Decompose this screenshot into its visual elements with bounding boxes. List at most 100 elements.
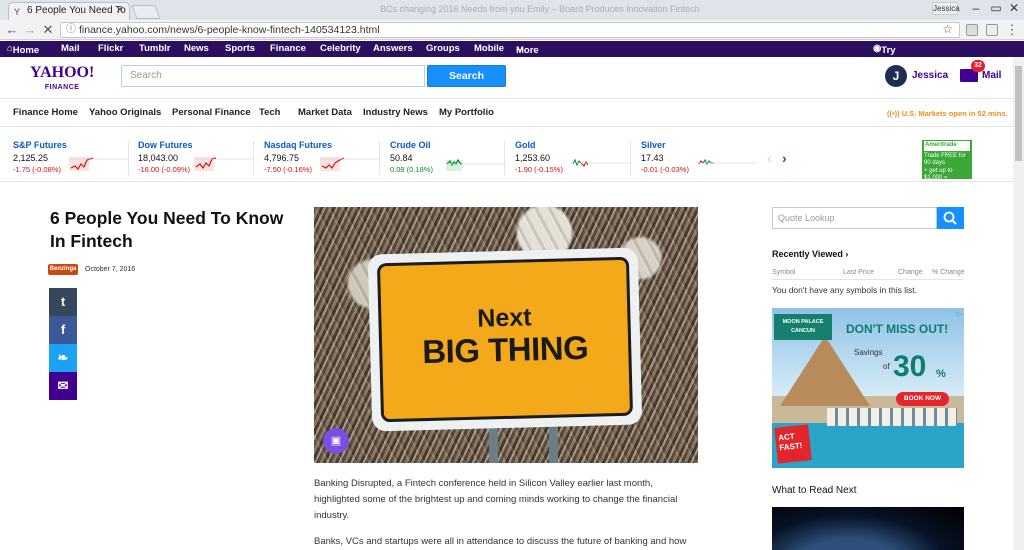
yahoo-top-bar: ⌂ Home Mail Flickr Tumblr News Sports Fi… xyxy=(0,41,1024,111)
subnav-market-data[interactable]: Market Data xyxy=(298,107,352,118)
empty-list-message: You don't have any symbols in this list. xyxy=(772,285,917,295)
subnav-my-portfolio[interactable]: My Portfolio xyxy=(439,107,494,118)
topbar-link-mail[interactable]: Mail xyxy=(61,43,79,54)
ticker-dow-futures[interactable]: Dow Futures 18,043.00 -16.00 (-0.09%) xyxy=(138,140,256,176)
facebook-share-icon[interactable]: f xyxy=(49,316,77,344)
topbar-link-finance[interactable]: Finance xyxy=(270,43,306,54)
ad-savings: Savings xyxy=(854,348,883,357)
article-hero-image[interactable]: Next BIG THING ▣ xyxy=(314,207,698,463)
ticker-nasdaq-futures[interactable]: Nasdaq Futures 4,796.75 -7.50 (-0.16%) xyxy=(264,140,382,176)
ad-of: of xyxy=(883,362,890,371)
topbar-link-celebrity[interactable]: Celebrity xyxy=(320,43,361,54)
subnav-personal-finance[interactable]: Personal Finance xyxy=(172,107,251,118)
col-pct-change: % Change xyxy=(932,269,965,276)
ad-percent-sign: % xyxy=(936,368,946,380)
adchoices-icon[interactable]: ▷ xyxy=(957,310,962,318)
profile-button[interactable]: Jessica xyxy=(932,2,960,15)
subnav-tech[interactable]: Tech xyxy=(259,107,280,118)
act-fast-badge: ACT FAST! xyxy=(774,424,812,464)
ad-headline: DON'T MISS OUT! xyxy=(846,322,949,336)
ameritrade-ad[interactable]: Ameritrade Trade FREE for 90 days + get … xyxy=(922,140,972,181)
quote-lookup-button[interactable] xyxy=(937,207,964,229)
address-bar-row: ← → ✕ ⓘ finance.yahoo.com/news/6-people-… xyxy=(0,20,1024,40)
moon-palace-logo: MOON PALACE CANCUN xyxy=(774,314,832,340)
ticker-sp-futures[interactable]: S&P Futures 2,125.25 -1.75 (-0.08%) xyxy=(13,140,131,176)
pyramid-graphic xyxy=(780,336,870,406)
close-window-icon[interactable]: ✕ xyxy=(1000,0,1024,18)
divider xyxy=(504,141,505,175)
extension-icon[interactable] xyxy=(986,24,998,36)
url-text: finance.yahoo.com/news/6-people-know-fin… xyxy=(79,24,380,36)
col-symbol: Symbol xyxy=(772,269,796,276)
stop-loading-icon[interactable]: ✕ xyxy=(40,22,56,38)
page-info-icon[interactable]: ⓘ xyxy=(66,23,76,37)
divider xyxy=(379,141,380,175)
divider xyxy=(128,141,129,175)
search-input[interactable]: Search xyxy=(121,65,425,87)
scrollbar-thumb[interactable] xyxy=(1015,66,1022,161)
sparkline-icon xyxy=(446,158,506,171)
yahoo-finance-logo[interactable]: YAHOO! FINANCE xyxy=(30,65,94,95)
ticker-gold[interactable]: Gold 1,253.60 -1.90 (-0.15%) xyxy=(515,140,633,176)
ticker-prev-icon[interactable]: ‹ xyxy=(767,150,772,166)
topbar-link-groups[interactable]: Groups xyxy=(426,43,460,54)
url-field[interactable]: ⓘ finance.yahoo.com/news/6-people-know-f… xyxy=(60,22,960,38)
topbar-link-sports[interactable]: Sports xyxy=(225,43,255,54)
subnav-yahoo-originals[interactable]: Yahoo Originals xyxy=(89,107,161,118)
ad-percent: 30 xyxy=(893,350,927,383)
ticker-next-icon[interactable]: › xyxy=(782,150,787,166)
quote-lookup-input[interactable]: Quote Lookup xyxy=(772,207,937,229)
moon-palace-ad[interactable]: MOON PALACE CANCUN DON'T MISS OUT! Savin… xyxy=(772,308,964,468)
home-link[interactable]: ⌂ Home xyxy=(7,43,39,56)
ticker-crude-oil[interactable]: Crude Oil 50.84 0.09 (0.18%) xyxy=(390,140,508,176)
ticker-silver[interactable]: Silver 17.43 -0.01 (-0.03%) xyxy=(641,140,759,176)
subnav-industry-news[interactable]: Industry News xyxy=(363,107,428,118)
what-to-read-heading: What to Read Next xyxy=(772,485,857,496)
sparkline-icon xyxy=(194,157,254,171)
search-icon xyxy=(943,211,957,225)
gallery-icon[interactable]: ▣ xyxy=(323,428,349,454)
article-paragraph: Banking Disrupted, a Fintech conference … xyxy=(314,478,678,521)
market-status: ((•)) U.S. Markets open in 52 mins. xyxy=(887,109,1008,118)
divider xyxy=(772,279,964,280)
firefox-promo-link[interactable]: ◉ Try Yahoo Finance on Firefox » xyxy=(873,43,917,111)
sparkline-icon xyxy=(69,157,129,171)
subnav-finance-home[interactable]: Finance Home xyxy=(13,107,78,118)
finance-header: YAHOO! FINANCE Search Search J Jessica 3… xyxy=(0,57,1013,99)
topbar-link-answers[interactable]: Answers xyxy=(373,43,413,54)
avatar[interactable]: J xyxy=(885,65,907,87)
new-tab-button[interactable] xyxy=(131,5,161,19)
tumblr-share-icon[interactable]: t xyxy=(49,288,77,316)
topbar-link-tumblr[interactable]: Tumblr xyxy=(139,43,171,54)
search-button[interactable]: Search xyxy=(427,65,506,87)
forward-icon[interactable]: → xyxy=(22,22,38,38)
sparkline-icon xyxy=(320,157,380,171)
book-now-button[interactable]: BOOK NOW xyxy=(896,392,949,406)
window-title: BCs changing 2016 Needs from you Emily –… xyxy=(380,4,700,14)
browser-tab-strip: Y 6 People You Need To K ✕ BCs changing … xyxy=(0,0,1024,20)
tab-active[interactable]: Y 6 People You Need To K ✕ xyxy=(8,2,130,20)
topbar-link-mobile[interactable]: Mobile xyxy=(474,43,504,54)
sparkline-icon xyxy=(571,158,631,167)
mail-link[interactable]: Mail xyxy=(982,70,1001,81)
topbar-link-flickr[interactable]: Flickr xyxy=(98,43,123,54)
menu-icon[interactable]: ⋮ xyxy=(1004,22,1020,38)
extension-icon[interactable] xyxy=(966,24,978,36)
bookmark-star-icon[interactable]: ☆ xyxy=(942,22,953,36)
back-icon[interactable]: ← xyxy=(4,22,20,38)
divider xyxy=(253,141,254,175)
topbar-link-news[interactable]: News xyxy=(184,43,209,54)
user-name-link[interactable]: Jessica xyxy=(912,70,948,81)
ticker-strip: S&P Futures 2,125.25 -1.75 (-0.08%) Dow Fu… xyxy=(0,127,1013,182)
recently-viewed-heading[interactable]: Recently Viewed › xyxy=(772,249,848,259)
author-logo[interactable]: Benzinga xyxy=(48,264,78,275)
yahoo-favicon-icon: Y xyxy=(14,7,21,17)
topbar-link-more[interactable]: More ⌄ xyxy=(516,43,539,56)
twitter-share-icon[interactable]: ❧ xyxy=(49,344,77,372)
finance-subnav: Finance Home Yahoo Originals Personal Fi… xyxy=(0,100,1013,127)
close-tab-icon[interactable]: ✕ xyxy=(116,5,124,16)
hotel-graphic xyxy=(827,408,957,426)
read-next-thumbnail[interactable] xyxy=(772,507,964,550)
article-paragraph: Banks, VCs and startups were all in atte… xyxy=(314,536,687,547)
email-share-icon[interactable]: ✉ xyxy=(49,372,77,400)
